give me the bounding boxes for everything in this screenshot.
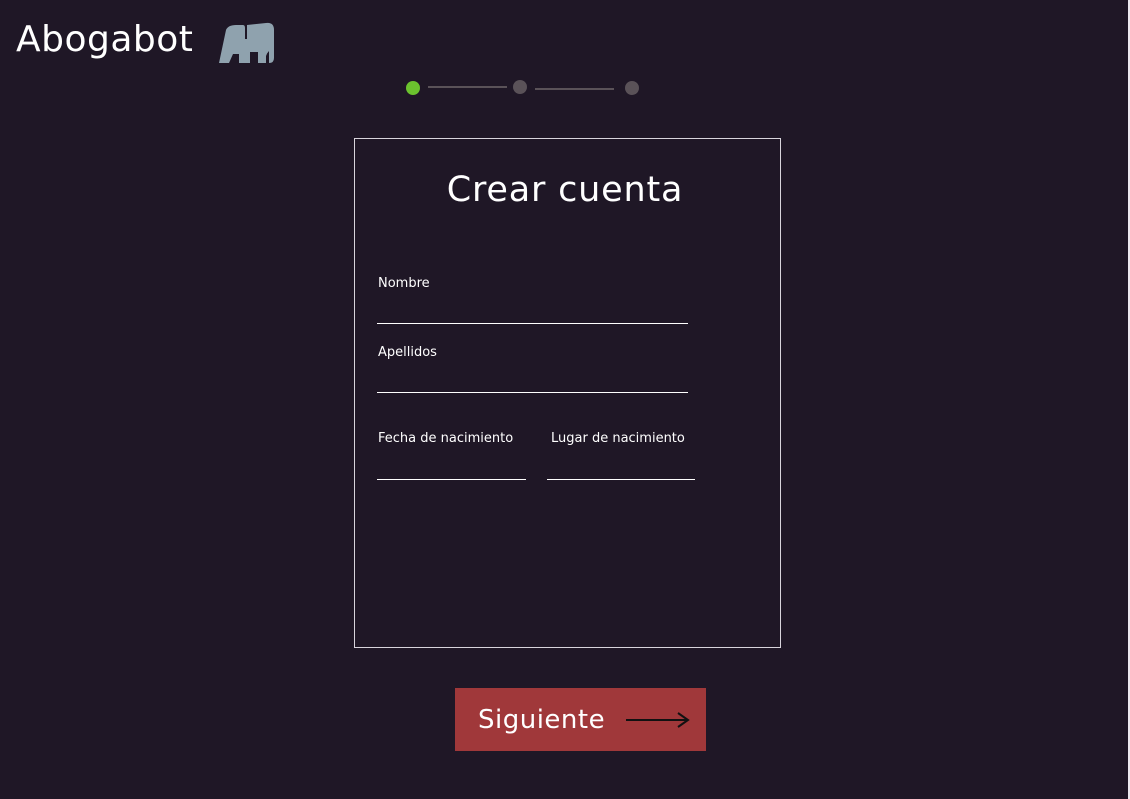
fecha-nacimiento-input[interactable]: [377, 458, 526, 480]
create-account-page: Abogabot Crear cuenta Nombre Apellidos F…: [0, 0, 1130, 799]
apellidos-label: Apellidos: [378, 345, 437, 360]
lugar-nacimiento-label: Lugar de nacimiento: [551, 431, 685, 446]
elephant-icon: [219, 22, 274, 63]
step-1-dot[interactable]: [406, 81, 420, 95]
nombre-input[interactable]: [377, 302, 688, 324]
lugar-nacimiento-input[interactable]: [547, 458, 695, 480]
apellidos-input[interactable]: [377, 371, 688, 393]
app-title: Abogabot: [16, 19, 194, 60]
step-3-dot[interactable]: [625, 81, 639, 95]
fecha-nacimiento-label: Fecha de nacimiento: [378, 431, 514, 446]
next-button-label: Siguiente: [478, 704, 606, 735]
form-card: [354, 138, 781, 648]
nombre-label: Nombre: [378, 276, 430, 291]
next-button[interactable]: Siguiente: [455, 688, 706, 751]
step-connector-2: [535, 88, 614, 90]
step-connector-1: [428, 86, 507, 88]
step-2-dot[interactable]: [513, 80, 527, 94]
form-title: Crear cuenta: [446, 170, 684, 210]
arrow-right-icon: [626, 712, 690, 728]
